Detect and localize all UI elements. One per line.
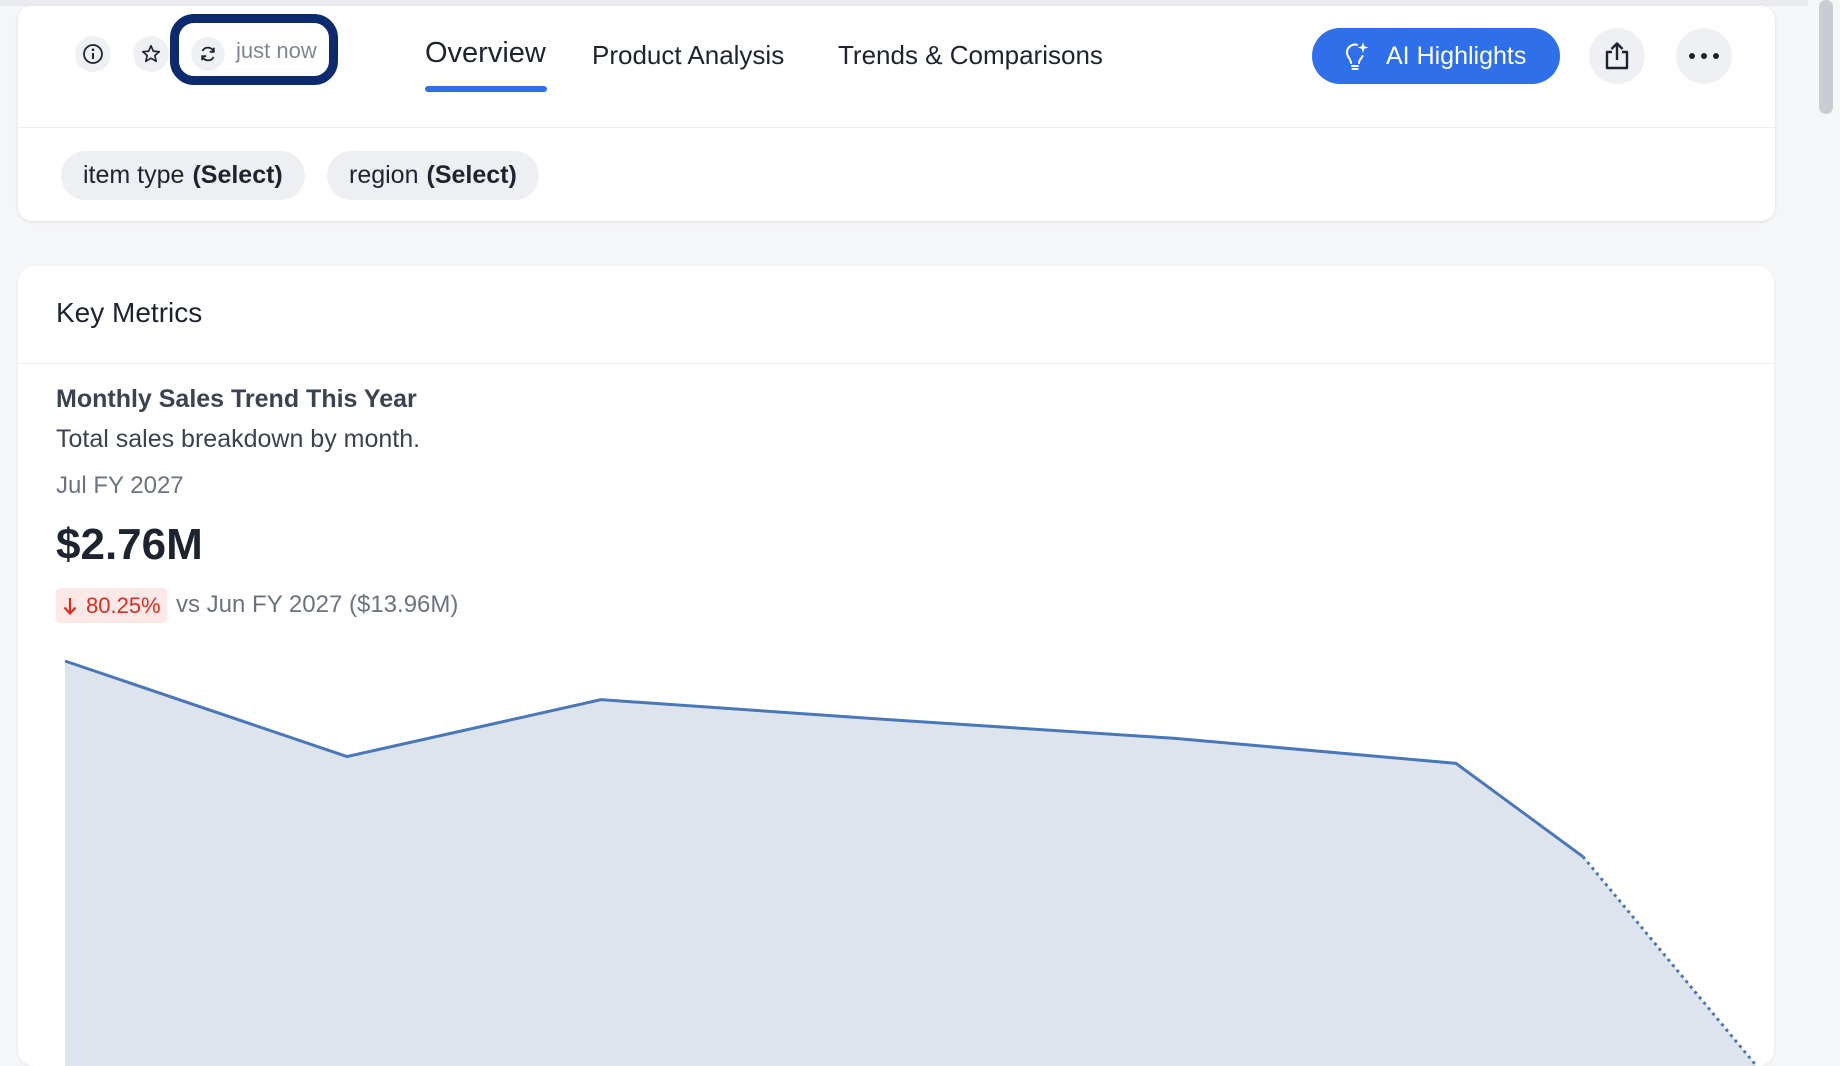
filter-name: region xyxy=(349,161,419,189)
ai-highlights-label: AI Highlights xyxy=(1386,41,1527,70)
sparkle-bulb-icon xyxy=(1345,42,1369,70)
section-title: Key Metrics xyxy=(56,297,203,328)
kpi-value: $2.76M xyxy=(56,520,203,569)
tab-trends-comparisons[interactable]: Trends & Comparisons xyxy=(838,40,1103,71)
info-icon xyxy=(83,44,103,64)
sales-trend-chart xyxy=(64,659,1759,1066)
refresh-status-button[interactable]: just now xyxy=(170,14,338,85)
section-divider xyxy=(18,363,1774,364)
filter-chip-item-type[interactable]: item type (Select) xyxy=(61,151,305,200)
scrollbar-thumb[interactable] xyxy=(1819,0,1833,114)
delta-badge: 80.25% xyxy=(56,588,167,623)
dashboard-header: just now Overview Product Analysis Trend… xyxy=(18,6,1775,221)
share-icon xyxy=(1605,42,1629,70)
favorite-button[interactable] xyxy=(133,36,169,72)
star-icon xyxy=(141,44,161,63)
more-options-button[interactable] xyxy=(1676,28,1732,84)
tab-product-analysis[interactable]: Product Analysis xyxy=(592,40,784,71)
header-divider xyxy=(18,127,1775,128)
filter-value: (Select) xyxy=(426,161,517,189)
filter-name: item type xyxy=(83,161,185,189)
active-tab-indicator xyxy=(425,86,547,92)
tab-overview[interactable]: Overview xyxy=(425,37,546,70)
more-icon xyxy=(1689,53,1719,59)
refresh-icon xyxy=(201,46,215,62)
refresh-icon-wrap xyxy=(191,37,225,71)
kpi-period: Jul FY 2027 xyxy=(56,472,184,499)
arrow-down-icon xyxy=(63,597,77,615)
ai-highlights-button[interactable]: AI Highlights xyxy=(1312,28,1560,84)
refresh-status-text: just now xyxy=(236,38,317,63)
key-metrics-card: Key Metrics Monthly Sales Trend This Yea… xyxy=(18,266,1774,1066)
filter-value: (Select) xyxy=(192,161,283,189)
info-button[interactable] xyxy=(75,36,111,72)
kpi-subtitle: Total sales breakdown by month. xyxy=(56,425,421,453)
kpi-title: Monthly Sales Trend This Year xyxy=(56,385,417,413)
scrollbar-track[interactable] xyxy=(1808,0,1840,1055)
filter-chip-region[interactable]: region (Select) xyxy=(327,151,539,200)
delta-value: 80.25% xyxy=(86,592,161,618)
comparison-text: vs Jun FY 2027 ($13.96M) xyxy=(176,591,459,618)
share-button[interactable] xyxy=(1589,28,1645,84)
